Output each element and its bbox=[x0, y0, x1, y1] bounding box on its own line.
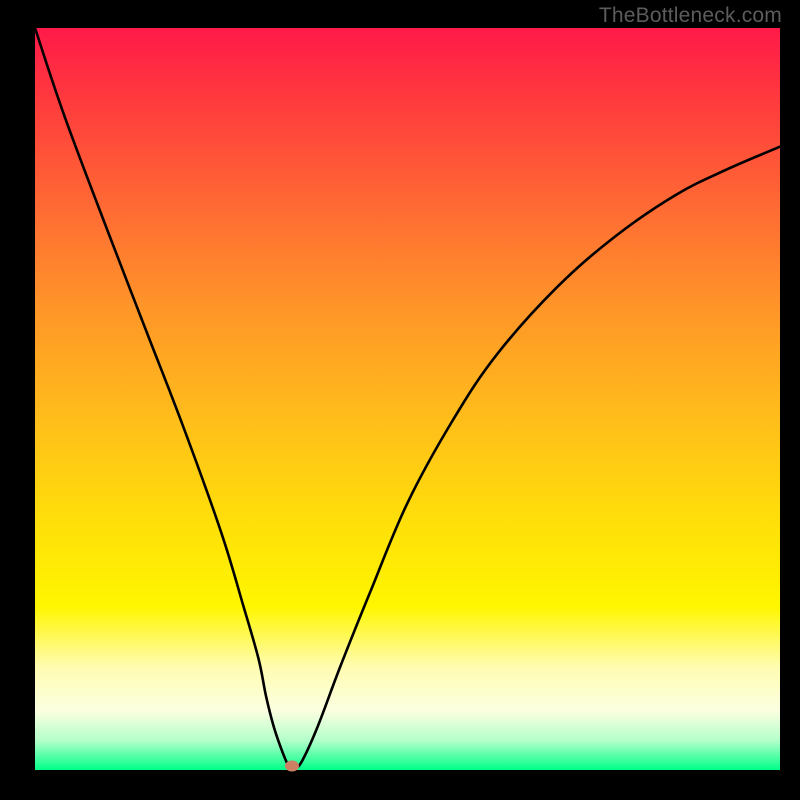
watermark-label: TheBottleneck.com bbox=[599, 4, 782, 28]
bottleneck-curve bbox=[35, 28, 780, 770]
optimum-marker bbox=[285, 760, 299, 771]
chart-plot-area bbox=[35, 28, 780, 770]
